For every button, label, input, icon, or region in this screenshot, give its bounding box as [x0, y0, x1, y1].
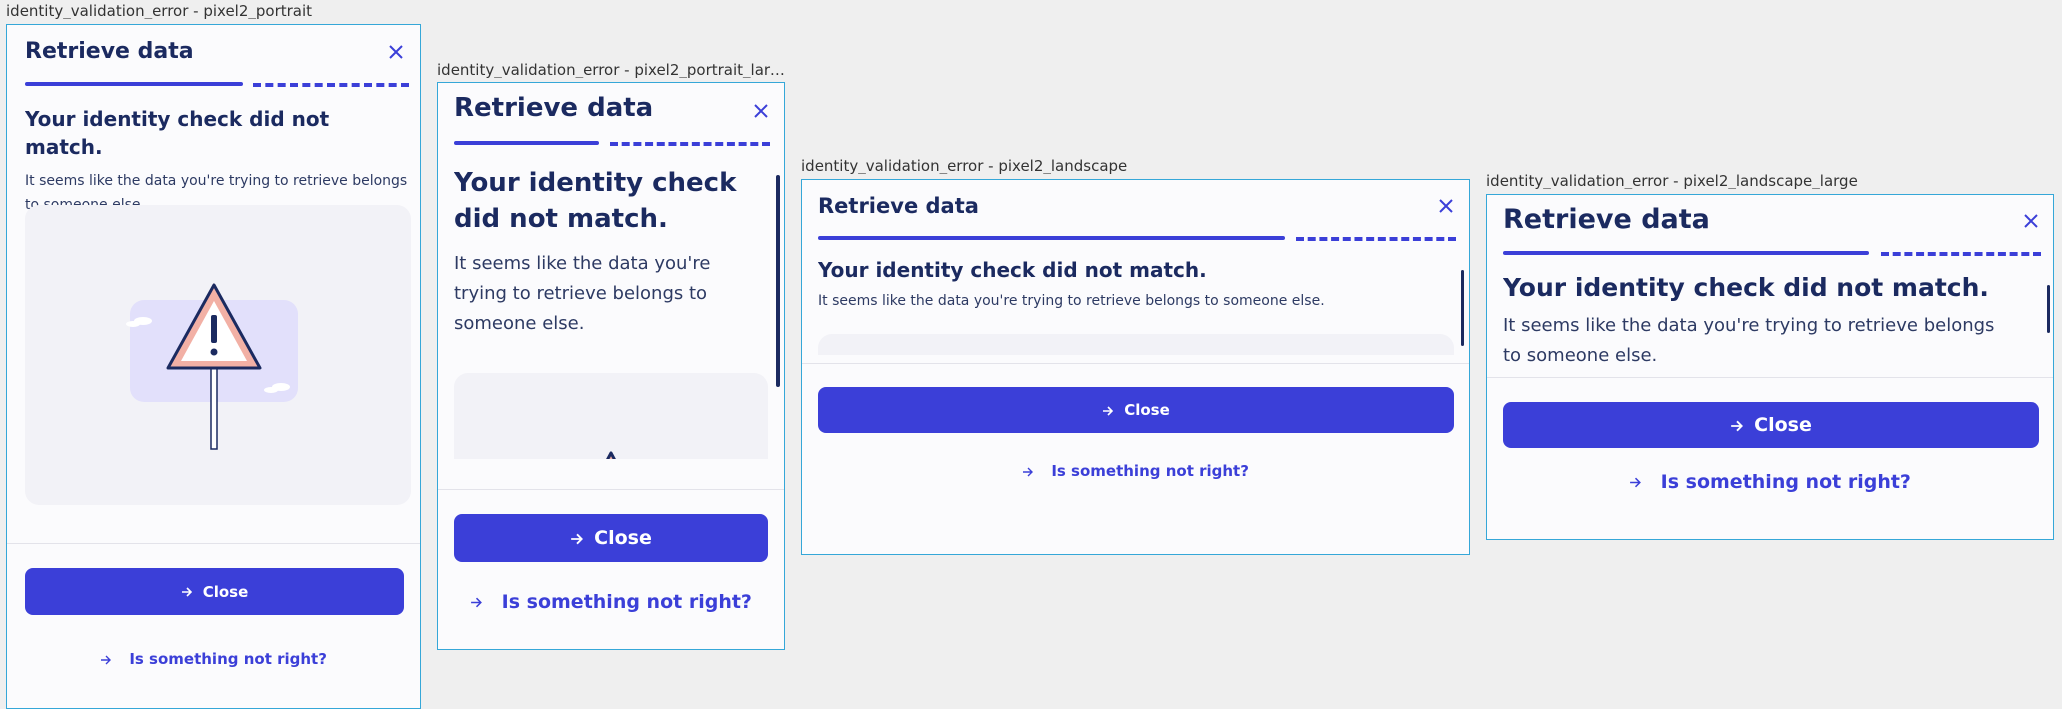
- error-description: It seems like the data you're trying to …: [454, 253, 711, 334]
- frame-label: identity_validation_error - pixel2_portr…: [437, 63, 785, 78]
- close-button-label: Close: [1124, 401, 1170, 419]
- arrow-right-icon: [1022, 462, 1034, 480]
- close-button[interactable]: Close: [818, 387, 1454, 433]
- frame-pixel2-portrait: identity_validation_error - pixel2_portr…: [6, 0, 421, 709]
- close-button-label: Close: [1754, 414, 1812, 436]
- dialog-content: Your identity check did not match. It se…: [25, 105, 413, 535]
- frame-label: identity_validation_error - pixel2_lands…: [1486, 174, 1858, 189]
- warning-sign-illustration: [818, 334, 1454, 355]
- dialog-title: Retrieve data: [454, 93, 654, 123]
- content-scrollbar[interactable]: [1461, 270, 1464, 346]
- help-link[interactable]: Is something not right?: [438, 591, 784, 613]
- close-x-icon[interactable]: [2023, 213, 2039, 229]
- arrow-right-icon: [1730, 414, 1744, 436]
- dialog-title: Retrieve data: [818, 194, 979, 218]
- help-link[interactable]: Is something not right?: [802, 462, 1469, 480]
- footer-divider: [7, 543, 420, 544]
- dialog-content: Your identity check did not match. It se…: [818, 256, 1456, 355]
- frame-label: identity_validation_error - pixel2_portr…: [6, 4, 313, 19]
- progress-bar-filled: [454, 141, 599, 145]
- dialog-content: Your identity check did not match. It se…: [454, 165, 772, 459]
- close-x-icon[interactable]: [1438, 198, 1454, 214]
- progress-bar-remaining: [253, 83, 409, 87]
- dialog-title: Retrieve data: [1503, 204, 1710, 235]
- frame-pixel2-portrait-large: identity_validation_error - pixel2_portr…: [437, 60, 785, 650]
- arrow-right-icon: [100, 650, 112, 668]
- help-link-label: Is something not right?: [501, 591, 752, 613]
- close-button-label: Close: [202, 582, 249, 601]
- help-link-label: Is something not right?: [1660, 471, 1911, 493]
- progress-bar-remaining: [1296, 237, 1456, 241]
- error-heading: Your identity check did not match.: [1503, 273, 1989, 302]
- dialog-screen: Retrieve data Your identity check did no…: [801, 179, 1470, 555]
- arrow-right-icon: [1102, 401, 1114, 419]
- help-link-label: Is something not right?: [1051, 462, 1249, 480]
- dialog-screen: Retrieve data Your identity check did no…: [437, 82, 785, 650]
- warning-sign-illustration: [25, 205, 411, 505]
- footer-divider: [438, 489, 784, 490]
- arrow-right-icon: [470, 591, 483, 613]
- close-x-icon[interactable]: [388, 44, 404, 60]
- warning-sign-illustration: [454, 373, 768, 459]
- error-heading: Your identity check did not match.: [454, 168, 737, 234]
- progress-bar-filled: [818, 236, 1285, 240]
- progress-bar-filled: [1503, 251, 1869, 255]
- frame-label: identity_validation_error - pixel2_lands…: [801, 159, 1128, 174]
- error-description: It seems like the data you're trying to …: [1503, 315, 1995, 366]
- dialog-content: Your identity check did not match. It se…: [1503, 271, 2041, 389]
- arrow-right-icon: [181, 583, 193, 601]
- close-button[interactable]: Close: [1503, 402, 2039, 448]
- footer-divider: [802, 363, 1469, 364]
- error-description: It seems like the data you're trying to …: [818, 293, 1325, 309]
- close-x-icon[interactable]: [753, 103, 769, 119]
- arrow-right-icon: [570, 527, 584, 549]
- frame-pixel2-landscape: identity_validation_error - pixel2_lands…: [801, 155, 1470, 555]
- footer-divider: [1487, 377, 2053, 378]
- dialog-screen: Retrieve data Your identity check did no…: [6, 24, 421, 709]
- close-button[interactable]: Close: [454, 514, 768, 562]
- close-button-label: Close: [594, 527, 652, 549]
- arrow-right-icon: [1629, 471, 1642, 493]
- frame-pixel2-landscape-large: identity_validation_error - pixel2_lands…: [1486, 170, 2054, 540]
- dialog-screen: Retrieve data Your identity check did no…: [1486, 194, 2054, 540]
- error-heading: Your identity check did not match.: [818, 258, 1207, 282]
- progress-bar-remaining: [1881, 252, 2041, 256]
- progress-bar-filled: [25, 82, 243, 86]
- content-scrollbar[interactable]: [2047, 285, 2050, 333]
- help-link[interactable]: Is something not right?: [7, 650, 420, 668]
- dialog-title: Retrieve data: [25, 39, 194, 64]
- help-link[interactable]: Is something not right?: [1487, 471, 2053, 493]
- content-scrollbar[interactable]: [776, 175, 780, 387]
- close-button[interactable]: Close: [25, 568, 404, 615]
- help-link-label: Is something not right?: [129, 650, 327, 668]
- progress-bar-remaining: [610, 142, 770, 146]
- error-heading: Your identity check did not match.: [25, 107, 330, 159]
